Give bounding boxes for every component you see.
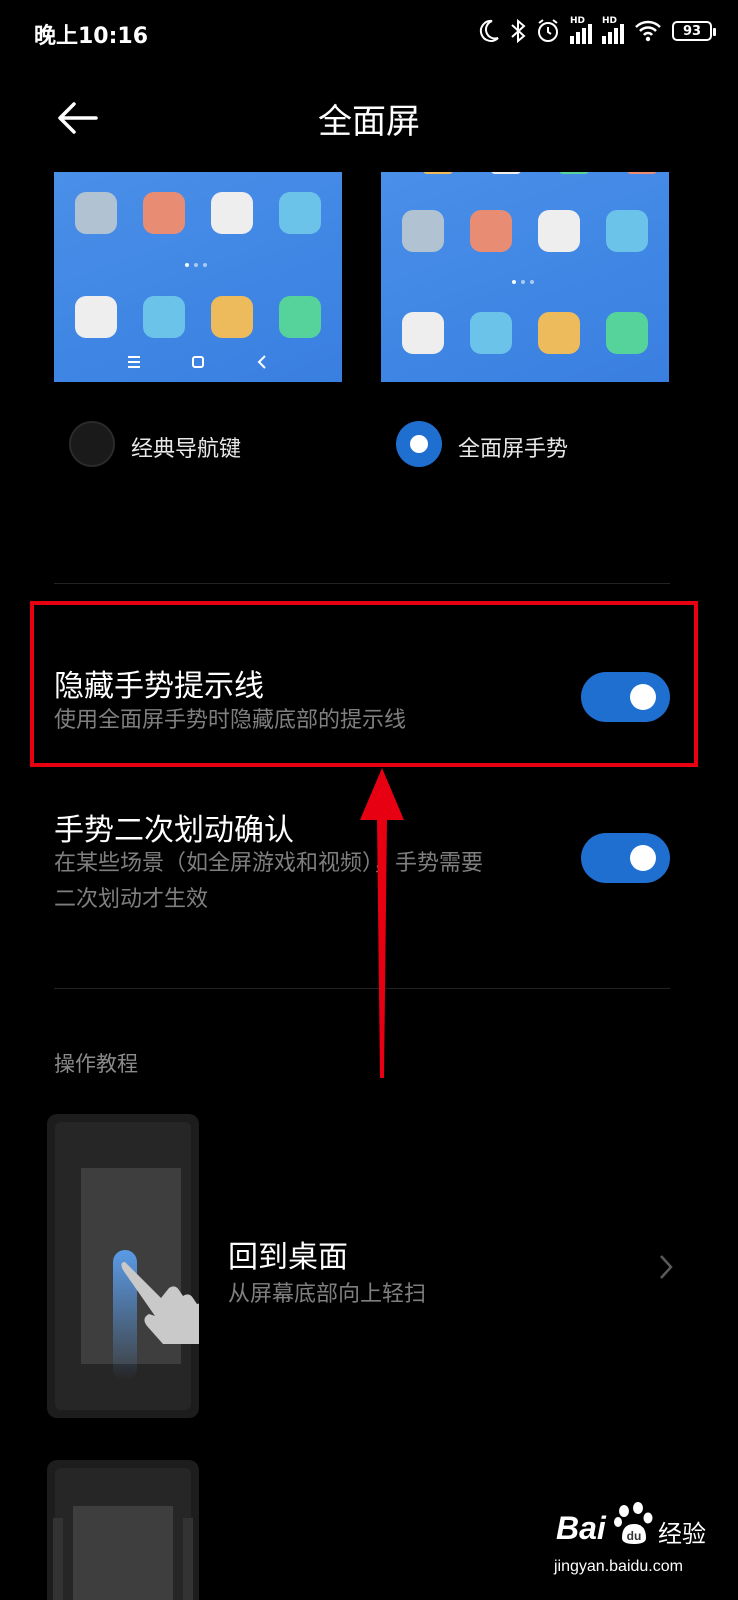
gesture-nav-label[interactable]: 全面屏手势	[458, 431, 568, 463]
status-time: 晚上10:16	[34, 24, 149, 49]
annotation-arrow-icon	[360, 768, 404, 1078]
chevron-right-icon[interactable]	[656, 1252, 676, 1282]
paw-icon: du	[614, 1502, 653, 1544]
home-key-icon	[192, 356, 204, 368]
moon-icon	[479, 19, 499, 42]
go-home-subtitle: 从屏幕底部向上轻扫	[228, 1282, 427, 1307]
gesture-nav-radio[interactable]	[396, 421, 442, 467]
double-swipe-subtitle-2: 二次划动才生效	[54, 887, 209, 912]
battery-level: 93	[682, 23, 702, 39]
page-title: 全面屏	[318, 102, 420, 142]
svg-text:du: du	[627, 1529, 642, 1543]
double-swipe-toggle[interactable]	[581, 833, 670, 883]
watermark-url: jingyan.baidu.com	[554, 1558, 683, 1575]
signal-1-icon: HD	[570, 16, 592, 44]
tutorial-section-label: 操作教程	[54, 1052, 138, 1076]
watermark-brand: Bai	[556, 1510, 606, 1546]
wifi-icon	[635, 20, 661, 42]
go-home-tutorial-thumbnail[interactable]	[47, 1114, 199, 1418]
double-swipe-title[interactable]: 手势二次划动确认	[54, 805, 294, 849]
go-home-title[interactable]: 回到桌面	[228, 1232, 348, 1276]
divider	[54, 583, 670, 584]
hand-gesture-icon	[121, 1262, 199, 1344]
back-key-icon	[257, 355, 266, 369]
menu-key-icon	[128, 356, 140, 368]
status-icons: HD HD 93	[478, 16, 716, 44]
bluetooth-icon	[511, 18, 526, 44]
classic-nav-label[interactable]: 经典导航键	[131, 431, 241, 463]
tutorial-thumbnail-2[interactable]	[47, 1460, 199, 1600]
annotation-highlight-box	[30, 601, 698, 767]
gesture-preview[interactable]	[381, 172, 669, 382]
battery-icon: 93	[672, 21, 716, 41]
classic-nav-preview[interactable]	[54, 172, 342, 382]
signal-1-label: HD	[570, 16, 586, 26]
signal-2-label: HD	[602, 16, 618, 26]
alarm-icon	[538, 19, 558, 42]
classic-nav-radio[interactable]	[69, 421, 115, 467]
signal-2-icon: HD	[602, 16, 624, 44]
baidu-watermark: Bai du 经验 jingyan.baidu.com	[552, 1490, 712, 1590]
watermark-suffix: 经验	[658, 1521, 706, 1548]
double-swipe-subtitle-1: 在某些场景（如全屏游戏和视频），手势需要	[54, 851, 484, 876]
